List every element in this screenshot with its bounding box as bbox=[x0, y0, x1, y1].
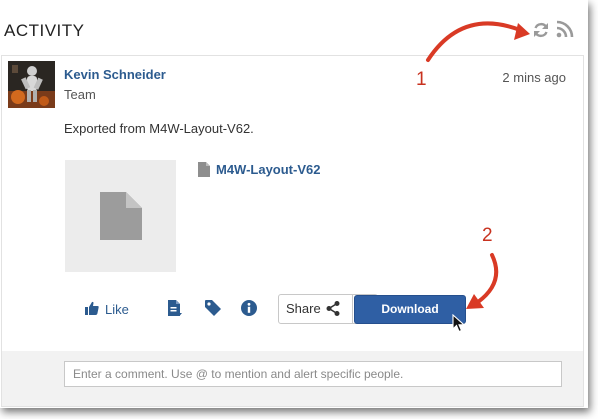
avatar[interactable] bbox=[8, 61, 55, 108]
callout-number-1: 1 bbox=[416, 69, 427, 90]
timestamp: 2 mins ago bbox=[502, 70, 566, 85]
info-icon[interactable] bbox=[241, 300, 257, 321]
activity-window: ACTIVITY Kevin Schneider Team 2 mins ago… bbox=[0, 0, 588, 408]
callout-number-2: 2 bbox=[482, 225, 493, 246]
share-label: Share bbox=[286, 301, 321, 316]
document-placeholder-icon bbox=[100, 192, 142, 240]
share-divider bbox=[352, 295, 353, 323]
comment-input[interactable] bbox=[64, 361, 562, 387]
mouse-cursor-icon bbox=[452, 313, 466, 339]
comment-section bbox=[2, 351, 583, 406]
panel-title: ACTIVITY bbox=[4, 21, 85, 40]
author-name[interactable]: Kevin Schneider bbox=[64, 67, 166, 82]
attachment-link[interactable]: M4W-Layout-V62 bbox=[216, 162, 320, 177]
download-button[interactable]: Download bbox=[354, 295, 466, 324]
rss-feed-icon[interactable] bbox=[556, 20, 574, 43]
group-name: Team bbox=[64, 87, 96, 102]
like-label: Like bbox=[105, 302, 129, 317]
document-action-icon[interactable] bbox=[168, 300, 182, 321]
thumbs-up-icon bbox=[85, 301, 99, 318]
like-button[interactable]: Like bbox=[85, 301, 129, 318]
activity-post: Kevin Schneider Team 2 mins ago Exported… bbox=[1, 55, 584, 407]
share-icon bbox=[326, 301, 340, 321]
attachment-thumbnail[interactable] bbox=[65, 160, 176, 272]
file-icon bbox=[198, 162, 210, 182]
post-message: Exported from M4W-Layout-V62. bbox=[64, 121, 254, 136]
tag-icon[interactable] bbox=[205, 300, 221, 321]
refresh-icon[interactable] bbox=[531, 20, 551, 45]
